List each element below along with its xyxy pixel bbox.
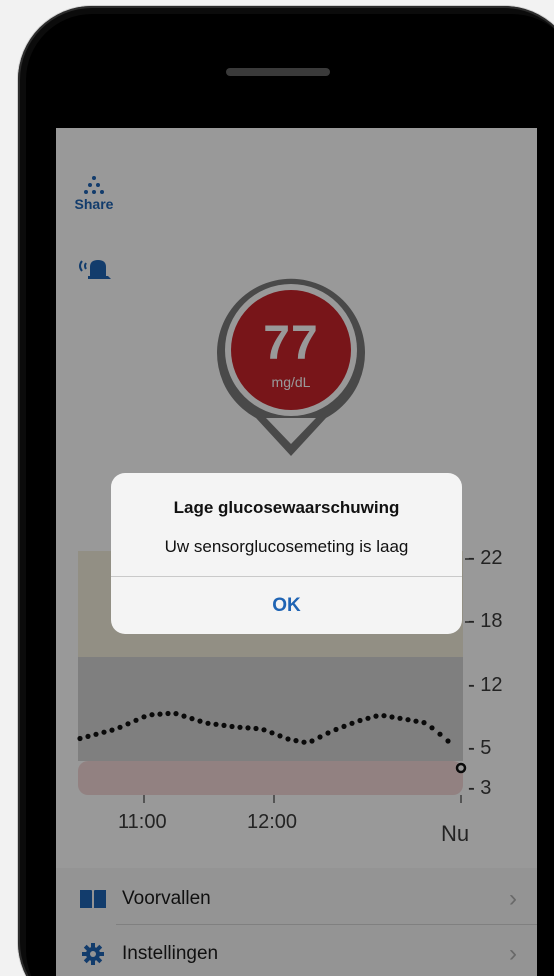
alert-ok-button[interactable]: OK (111, 577, 462, 634)
app-screen: Share 77 mg/dL - 22 - 18 - 12 - 5 - 3 11… (56, 128, 537, 976)
phone-speaker (226, 68, 330, 76)
low-glucose-alert: Lage glucosewaarschuwing Uw sensorglucos… (111, 473, 462, 634)
alert-title: Lage glucosewaarschuwing (173, 498, 400, 517)
alert-message: Uw sensorglucosemeting is laag (164, 537, 409, 556)
